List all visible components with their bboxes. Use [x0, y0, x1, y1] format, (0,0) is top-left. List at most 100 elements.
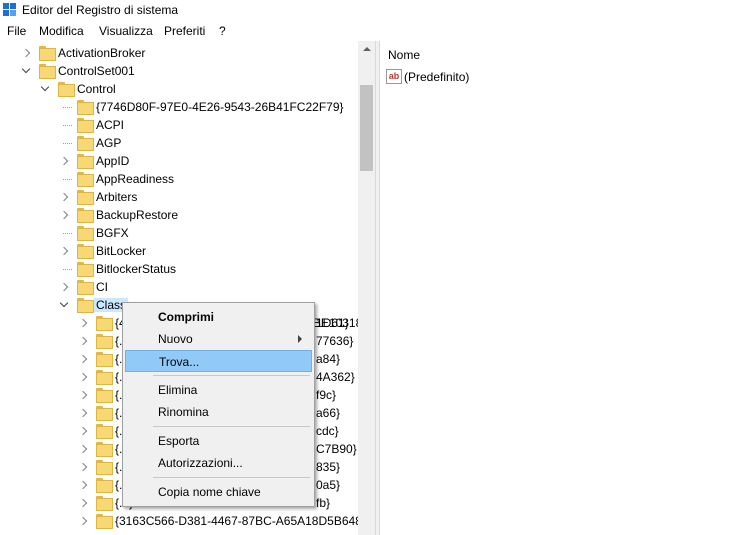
menu-item-rinomina[interactable]: Rinomina [125, 401, 312, 423]
folder-icon [77, 280, 94, 295]
tree-node-label-suffix: a66} [316, 406, 341, 420]
folder-icon [96, 388, 113, 403]
folder-icon [96, 316, 113, 331]
tree-node[interactable]: CI [0, 278, 358, 296]
tree-node[interactable]: AppReadiness [0, 170, 358, 188]
tree-node-label: Arbiters [96, 190, 138, 204]
folder-icon [77, 208, 94, 223]
menu-item-label: Rinomina [158, 405, 209, 419]
menu-item-nuovo[interactable]: Nuovo [125, 328, 312, 350]
column-header-name[interactable]: Nome [388, 48, 420, 62]
menu-item-label: Comprimi [158, 310, 215, 324]
tree-node-label-suffix: cdc} [316, 424, 339, 438]
expand-chevron-icon[interactable] [78, 390, 88, 400]
expand-chevron-icon[interactable] [78, 462, 88, 472]
expand-chevron-icon[interactable] [78, 372, 88, 382]
menu-visualizza[interactable]: Visualizza [99, 24, 153, 38]
tree-node[interactable]: {7746D80F-97E0-4E26-9543-26B41FC22F79} [0, 98, 358, 116]
tree-node-label-suffix: 0a5} [316, 478, 341, 492]
menu-preferiti[interactable]: Preferiti [164, 24, 205, 38]
tree-node[interactable]: AppID [0, 152, 358, 170]
folder-icon [77, 136, 94, 151]
expand-chevron-icon[interactable] [78, 426, 88, 436]
tree-node-label: BGFX [96, 226, 129, 240]
expand-chevron-icon[interactable] [78, 336, 88, 346]
tree-node[interactable]: ACPI [0, 116, 358, 134]
menu-item-comprimi[interactable]: Comprimi [125, 306, 312, 328]
expand-chevron-icon[interactable] [78, 516, 88, 526]
expand-chevron-icon[interactable] [59, 210, 69, 220]
tree-node-label: AppID [96, 154, 130, 168]
menu-item-esporta[interactable]: Esporta [125, 430, 312, 452]
expand-chevron-icon[interactable] [59, 192, 69, 202]
tree-node[interactable]: Arbiters [0, 188, 358, 206]
expand-chevron-icon[interactable] [78, 408, 88, 418]
folder-icon [96, 478, 113, 493]
tree-node[interactable]: Control [0, 80, 358, 98]
folder-icon [77, 100, 94, 115]
tree-node[interactable]: BackupRestore [0, 206, 358, 224]
menu-item-elimina[interactable]: Elimina [125, 379, 312, 401]
folder-icon [77, 226, 94, 241]
title-bar: Editor del Registro di sistema [0, 0, 749, 22]
folder-icon [77, 262, 94, 277]
menu-file[interactable]: File [7, 24, 26, 38]
menu-item-label: Elimina [158, 383, 198, 397]
expand-chevron-icon[interactable] [59, 246, 69, 256]
regedit-app-icon [3, 3, 17, 17]
tree-node[interactable]: {3163C566-D381-4467-87BC-A65A18D5B648} [0, 512, 366, 530]
tree-node-label: ACPI [96, 118, 125, 132]
folder-icon [39, 46, 56, 61]
tree-node-label: CI [96, 280, 108, 294]
menu-separator [153, 375, 310, 376]
expand-chevron-icon[interactable] [78, 480, 88, 490]
expand-chevron-icon[interactable] [78, 354, 88, 364]
tree-node[interactable]: ControlSet001 [0, 62, 358, 80]
tree-node-label: Control [77, 82, 116, 96]
tree-node-label-suffix: f9c} [316, 388, 337, 402]
values-pane[interactable]: Nome ab (Predefinito) [380, 41, 749, 535]
folder-icon [96, 352, 113, 367]
scroll-up-arrow-icon[interactable] [358, 41, 375, 58]
expand-chevron-icon[interactable] [59, 282, 69, 292]
tree-node-label-suffix: 1D61} [316, 316, 349, 330]
menu-modifica[interactable]: Modifica [39, 24, 84, 38]
menu-item-autorizzazioni[interactable]: Autorizzazioni... [125, 452, 312, 474]
tree-node[interactable]: BGFX [0, 224, 358, 242]
menu-item-copia-nome-chiave[interactable]: Copia nome chiave [125, 481, 312, 503]
tree-connector [63, 107, 72, 108]
tree-connector [63, 125, 72, 126]
tree-node-label: ControlSet001 [58, 64, 135, 78]
tree-node-label-suffix: fb} [316, 496, 331, 510]
folder-icon [77, 244, 94, 259]
tree-node[interactable]: BitlockerStatus [0, 260, 358, 278]
expand-chevron-icon[interactable] [59, 156, 69, 166]
folder-icon [77, 298, 94, 313]
menu-item-label: Copia nome chiave [158, 485, 261, 499]
tree-node[interactable]: ActivationBroker [0, 44, 358, 62]
folder-icon [77, 190, 94, 205]
collapse-chevron-icon[interactable] [59, 300, 69, 310]
tree-node-label: AGP [96, 136, 122, 150]
menu-help[interactable]: ? [219, 24, 226, 38]
collapse-chevron-icon[interactable] [40, 84, 50, 94]
menu-separator [153, 477, 310, 478]
menu-bar: File Modifica Visualizza Preferiti ? [0, 22, 749, 41]
tree-node-label-suffix: 835} [316, 460, 341, 474]
expand-chevron-icon[interactable] [78, 498, 88, 508]
folder-icon [96, 514, 113, 529]
tree-node-label: BitlockerStatus [96, 262, 177, 276]
expand-chevron-icon[interactable] [78, 318, 88, 328]
tree-node[interactable]: AGP [0, 134, 358, 152]
expand-chevron-icon[interactable] [21, 48, 31, 58]
scrollbar-thumb[interactable] [360, 85, 373, 171]
collapse-chevron-icon[interactable] [21, 66, 31, 76]
menu-item-trova[interactable]: Trova... [125, 350, 312, 372]
folder-icon [96, 496, 113, 511]
tree-connector [63, 143, 72, 144]
menu-item-label: Esporta [158, 434, 200, 448]
tree-node[interactable]: BitLocker [0, 242, 358, 260]
expand-chevron-icon[interactable] [78, 444, 88, 454]
menu-item-label: Trova... [159, 355, 200, 369]
string-value-icon: ab [386, 69, 402, 84]
